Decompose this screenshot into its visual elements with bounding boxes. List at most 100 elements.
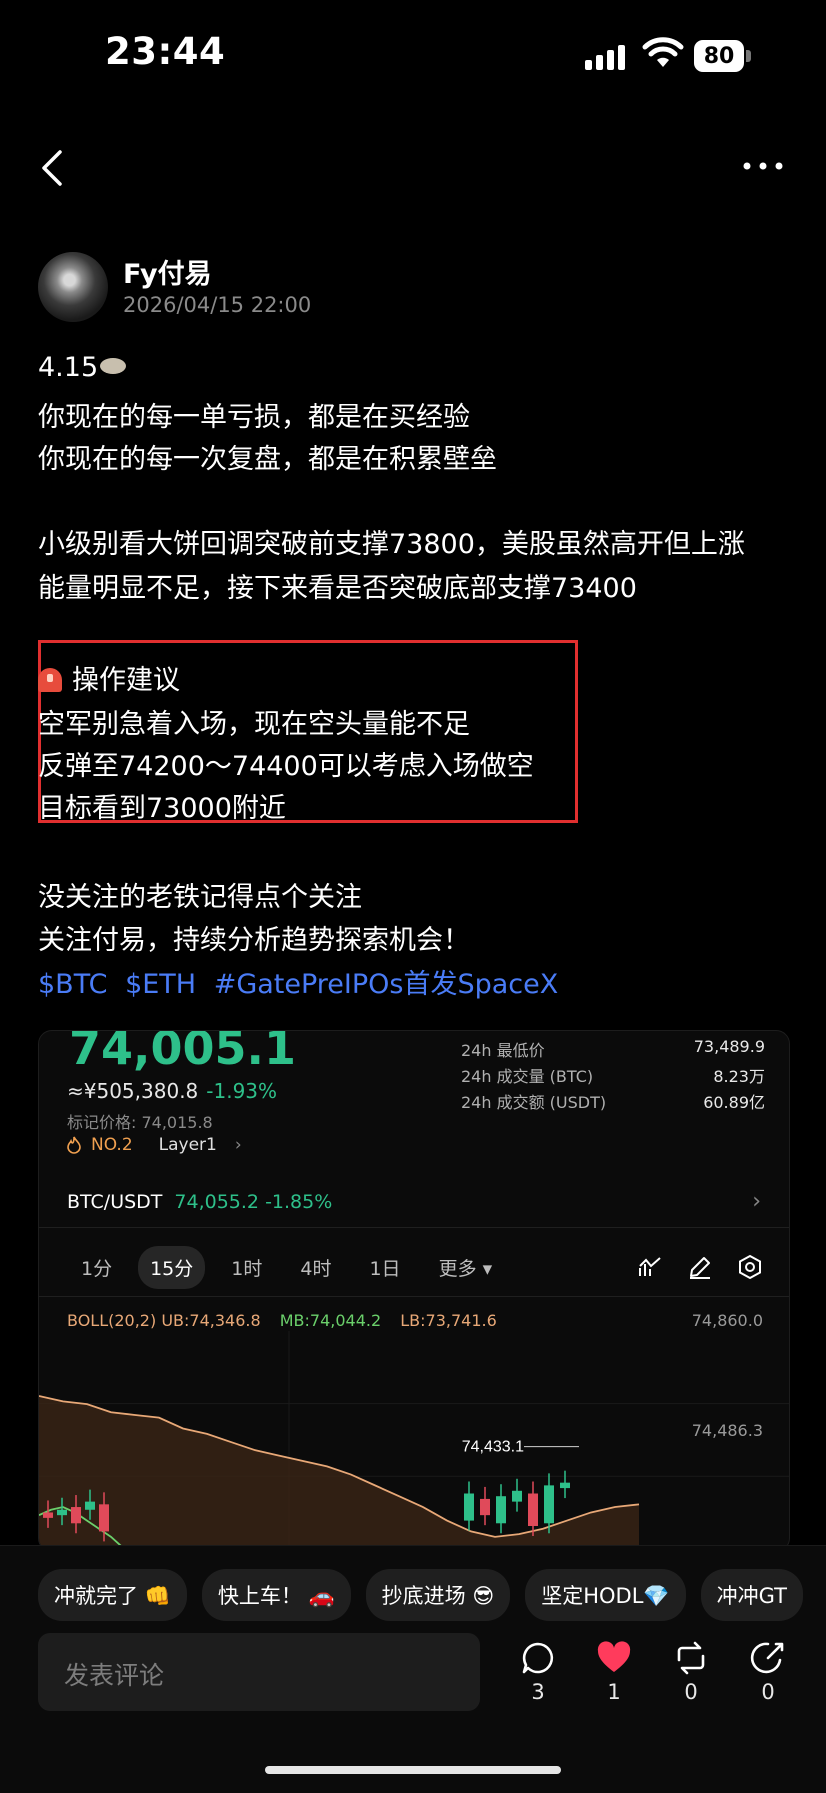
pair-row[interactable]: BTC/USDT 74,055.2 -1.85% (67, 1191, 332, 1213)
author-name[interactable]: Fy付易 (123, 252, 212, 291)
category-label: Layer1 (158, 1135, 217, 1155)
indicator-icon[interactable] (637, 1254, 663, 1280)
flame-icon (67, 1136, 81, 1154)
tab-4h[interactable]: 4时 (288, 1246, 343, 1289)
tab-1m[interactable]: 1分 (69, 1246, 124, 1289)
comment-icon (522, 1642, 554, 1674)
candle (99, 1504, 109, 1532)
closing-line: 关注付易，持续分析趋势探索机会！ (38, 925, 470, 956)
tab-more[interactable]: 更多 ▾ (427, 1246, 505, 1289)
heart-icon (597, 1641, 631, 1672)
status-time: 23:44 (105, 30, 226, 73)
pair-price-change: 74,055.2 -1.85% (174, 1191, 333, 1213)
repost-button[interactable]: 0 (661, 1640, 721, 1704)
boll-params: BOLL(20,2) (67, 1311, 157, 1330)
last-price: 74,005.1 (69, 1030, 296, 1075)
stat-value: 60.89亿 (703, 1093, 765, 1112)
boll-legend: BOLL(20,2) UB:74,346.8 MB:74,044.2 LB:73… (67, 1311, 497, 1330)
reaction-chip[interactable]: 冲就完了 👊 (38, 1569, 187, 1621)
wifi-icon (642, 37, 684, 67)
more-dots-icon[interactable] (742, 160, 784, 172)
post-date-line: 4.15 (38, 352, 127, 383)
reaction-chip[interactable]: 抄底进场 😎 (365, 1569, 511, 1621)
candle (480, 1498, 490, 1516)
reaction-chip[interactable]: 快上车！ 🚗 (201, 1569, 351, 1621)
comment-button[interactable]: 3 (508, 1640, 568, 1704)
stat-value: 8.23万 (713, 1067, 765, 1086)
stat-value: 73,489.9 (693, 1037, 765, 1056)
boll-mb: MB:74,044.2 (279, 1311, 382, 1330)
boll-ub: UB:74,346.8 (161, 1311, 261, 1330)
tab-1d[interactable]: 1日 (357, 1246, 412, 1289)
like-count: 1 (607, 1680, 621, 1704)
back-chevron-icon[interactable] (38, 148, 68, 188)
stat-label: 24h 最低价 (461, 1041, 545, 1060)
settings-icon[interactable] (737, 1254, 763, 1280)
post-timestamp: 2026/04/15 22:00 (123, 293, 312, 317)
divider (39, 1296, 789, 1297)
like-button[interactable]: 1 (584, 1640, 644, 1704)
post-line: 你现在的每一单亏损，都是在买经验 (38, 402, 470, 433)
pair-name: BTC/USDT (67, 1191, 163, 1213)
candle (544, 1485, 554, 1524)
candle (57, 1509, 67, 1516)
post-line: 你现在的每一次复盘，都是在积累壁垒 (38, 444, 497, 475)
chevron-right-icon[interactable]: › (752, 1189, 761, 1214)
reaction-chips: 冲就完了 👊 快上车！ 🚗 抄底进场 😎 坚定HODL💎 冲冲GT (38, 1569, 803, 1621)
candle (71, 1507, 81, 1524)
candle (85, 1501, 95, 1510)
share-icon (750, 1642, 784, 1674)
closing-line: 没关注的老铁记得点个关注 (38, 882, 362, 913)
tag-eth[interactable]: $ETH (125, 969, 196, 1000)
candle (496, 1496, 506, 1524)
stat-label: 24h 成交量 (BTC) (461, 1067, 594, 1086)
tag-btc[interactable]: $BTC (38, 969, 107, 1000)
repost-count: 0 (684, 1680, 698, 1704)
rank-row[interactable]: NO.2 Layer1 › (67, 1135, 242, 1155)
comment-placeholder: 发表评论 (64, 1661, 165, 1690)
draw-pencil-icon[interactable] (687, 1254, 713, 1280)
repost-icon (677, 1641, 705, 1675)
advice-line: 目标看到73000附近 (38, 793, 286, 824)
tab-1h[interactable]: 1时 (219, 1246, 274, 1289)
candle (560, 1482, 570, 1489)
share-count: 0 (761, 1680, 775, 1704)
battery-tip (746, 50, 751, 62)
battery-indicator: 80 (694, 40, 744, 72)
advice-line: 空军别急着入场，现在空头量能不足 (38, 709, 470, 740)
hashtag-row: $BTC $ETH #GatePreIPOs首发SpaceX (38, 962, 567, 1001)
reaction-chip[interactable]: 冲冲GT (700, 1569, 803, 1621)
mooncake-emoji-icon (100, 358, 127, 374)
home-indicator[interactable] (265, 1766, 561, 1774)
cellular-signal-icon (585, 42, 625, 70)
reaction-chip[interactable]: 坚定HODL💎 (525, 1569, 686, 1621)
candle (528, 1493, 538, 1526)
post-line: 小级别看大饼回调突破前支撑73800，美股虽然高开但上涨 (38, 529, 745, 560)
mark-price: 标记价格: 74,015.8 (67, 1113, 213, 1132)
high-marker-label: 74,433.1 (462, 1439, 524, 1456)
timeframe-tabs: 1分 15分 1时 4时 1日 更多 ▾ (69, 1246, 504, 1289)
y-axis-label: 74,860.0 (691, 1311, 763, 1330)
candle (512, 1490, 522, 1502)
advice-title: 操作建议 (38, 658, 180, 697)
market-card[interactable]: 74,005.1 ≈¥505,380.8 -1.93% 标记价格: 74,015.… (38, 1030, 790, 1552)
post-line: 能量明显不足，接下来看是否突破底部支撑73400 (38, 573, 637, 604)
chevron-right-icon: › (234, 1135, 242, 1155)
cny-price-line: ≈¥505,380.8 -1.93% (67, 1079, 278, 1103)
candle (464, 1493, 474, 1521)
boll-lb: LB:73,741.6 (400, 1311, 497, 1330)
stat-label: 24h 成交额 (USDT) (461, 1093, 607, 1112)
price-change: -1.93% (206, 1079, 278, 1103)
advice-line: 反弹至74200～74400可以考虑入场做空 (38, 751, 534, 782)
tag-gate-preipos[interactable]: #GatePreIPOs首发SpaceX (214, 969, 559, 1000)
share-button[interactable]: 0 (738, 1640, 798, 1704)
candle (43, 1512, 53, 1518)
chart-tools (637, 1254, 763, 1280)
divider (39, 1227, 789, 1228)
comment-count: 3 (531, 1680, 545, 1704)
author-avatar[interactable] (38, 252, 108, 322)
siren-icon (38, 668, 62, 692)
tab-15m[interactable]: 15分 (138, 1246, 206, 1289)
rank-label: NO.2 (91, 1135, 133, 1155)
candlestick-chart[interactable]: 74,433.1 (39, 1331, 789, 1551)
